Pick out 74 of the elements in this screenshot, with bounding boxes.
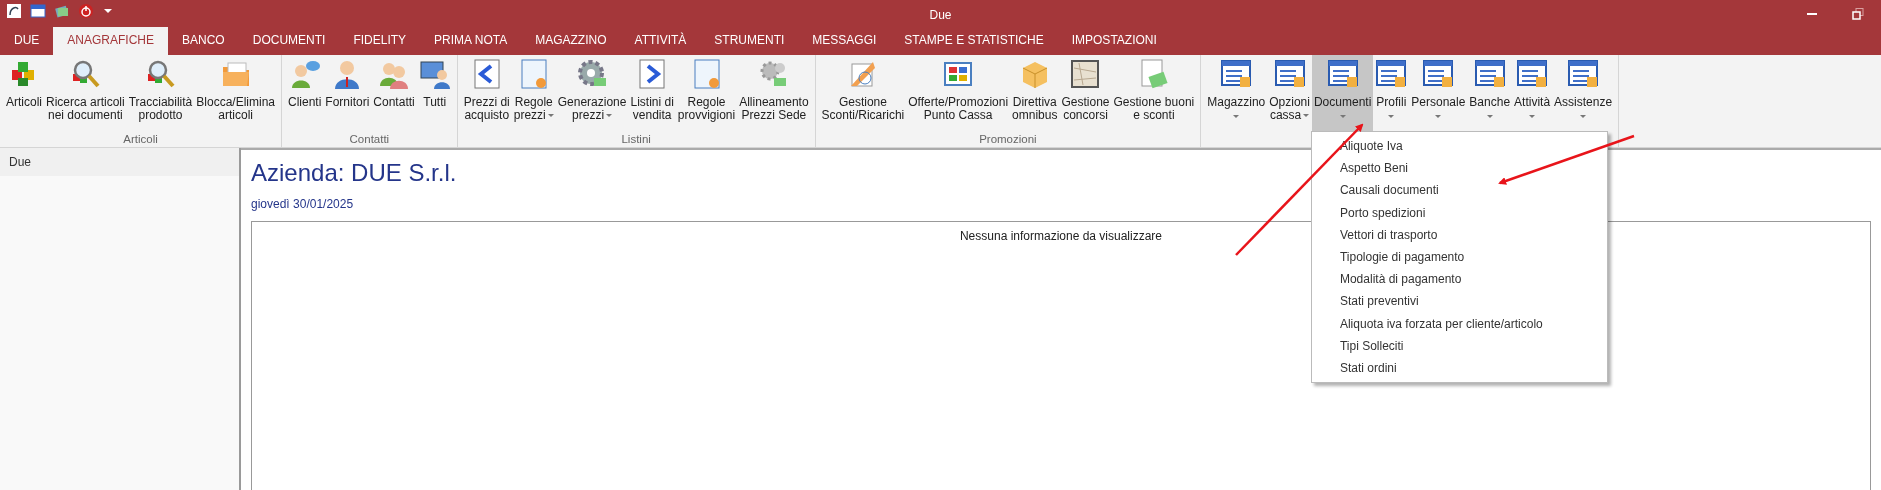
ribbon-button[interactable]: Attività xyxy=(1512,55,1553,131)
group-label: Listini xyxy=(620,132,652,147)
calendar-icon[interactable] xyxy=(30,3,46,19)
ribbon-button[interactable]: Regole provvigioni xyxy=(675,55,738,131)
ribbon-button[interactable]: Banche xyxy=(1467,55,1513,131)
group-label: Promozioni xyxy=(978,132,1038,147)
table-icon xyxy=(1220,58,1253,90)
power-icon[interactable] xyxy=(78,3,94,19)
menu-item[interactable]: Modalità di pagamento xyxy=(1311,268,1607,291)
ribbon-button[interactable]: Prezzi di acquisto xyxy=(461,55,512,131)
table-icon xyxy=(1473,58,1506,90)
group-label: Contatti xyxy=(348,132,391,147)
window-title: Due xyxy=(929,7,952,24)
map-icon xyxy=(1069,58,1102,90)
table-icon xyxy=(1273,58,1306,90)
ribbon-button[interactable]: Tracciabilità prodotto xyxy=(126,55,195,131)
ribbon-tab[interactable]: STRUMENTI xyxy=(700,26,799,55)
ribbon-tab[interactable]: PRIMA NOTA xyxy=(420,26,522,55)
ribbon-button[interactable]: Profili xyxy=(1373,55,1410,131)
sidebar-item[interactable]: Due xyxy=(0,148,239,176)
group-label: Articoli xyxy=(122,132,159,147)
table-icon xyxy=(1326,58,1359,90)
ribbon-tab[interactable]: DOCUMENTI xyxy=(238,26,340,55)
ribbon-tab[interactable]: DUE xyxy=(0,26,54,55)
ribbon-button[interactable]: Regole prezzi xyxy=(511,55,556,131)
ribbon-button[interactable]: Fornitori xyxy=(323,55,372,131)
ribbon-tab[interactable]: BANCO xyxy=(168,26,239,55)
ribbon-button[interactable]: Gestione Sconti/Ricarichi xyxy=(819,55,907,131)
menu-item[interactable]: Aliquote Iva xyxy=(1311,135,1607,158)
ribbon-tab[interactable]: MAGAZZINO xyxy=(521,26,621,55)
monitor-icon xyxy=(418,58,451,90)
ribbon-button[interactable]: Ricerca articoli nei documenti xyxy=(44,55,127,131)
ribbon-button[interactable]: Magazzino xyxy=(1205,55,1268,131)
ribbon-button[interactable]: Allineamento Prezzi Sede xyxy=(737,55,811,131)
menu-item[interactable]: Aliquota iva forzata per cliente/articolo xyxy=(1311,312,1607,335)
table-icon xyxy=(1567,58,1600,90)
date-text: giovedì 30/01/2025 xyxy=(251,196,354,213)
ribbon-tab[interactable]: MESSAGGI xyxy=(798,26,891,55)
ribbon-button[interactable]: Direttiva omnibus xyxy=(1010,55,1060,131)
menu-item[interactable]: Tipi Solleciti xyxy=(1311,334,1607,358)
ribbon-tab[interactable]: ATTIVITÀ xyxy=(620,26,701,55)
ribbon-button[interactable]: Tutti xyxy=(416,55,453,131)
ribbon-tab[interactable]: IMPOSTAZIONI xyxy=(1057,26,1171,55)
menu-item[interactable]: Stati ordini xyxy=(1311,357,1607,380)
empty-message: Nessuna informazione da visualizzare xyxy=(959,229,1163,243)
ribbon-button[interactable]: Articoli xyxy=(4,55,44,131)
ribbon-tab[interactable]: FIDELITY xyxy=(339,26,421,55)
ribbon-button[interactable]: Listini di vendita xyxy=(628,55,676,131)
ribbon-button[interactable]: Personale xyxy=(1409,55,1468,131)
ribbon-button[interactable]: Offerte/Promozioni Punto Cassa xyxy=(906,55,1011,131)
app-icon[interactable] xyxy=(6,3,22,19)
menu-item[interactable]: Tipologie di pagamento xyxy=(1311,246,1607,269)
ribbon-tab[interactable]: STAMPE E STATISTICHE xyxy=(890,26,1058,55)
menu-item[interactable]: Stati preventivi xyxy=(1311,290,1607,313)
ribbon-button[interactable]: Contatti xyxy=(371,55,417,131)
ribbon-button[interactable]: Clienti xyxy=(286,55,324,131)
restore-icon[interactable] xyxy=(1852,7,1864,20)
ribbon-button[interactable]: Gestione concorsi xyxy=(1059,55,1112,131)
table-icon xyxy=(1375,58,1408,90)
table-icon xyxy=(1516,58,1549,90)
ribbon-button[interactable]: Gestione buoni e sconti xyxy=(1111,55,1197,131)
ribbon-tab[interactable]: ANAGRAFICHE xyxy=(53,26,169,55)
menu-item[interactable]: Causali documenti xyxy=(1311,179,1607,202)
table-icon xyxy=(1422,58,1455,90)
menu-item[interactable]: Aspetto Beni xyxy=(1311,157,1607,180)
menu-item[interactable]: Porto spedizioni xyxy=(1311,201,1607,224)
ribbon-button[interactable]: Assistenze xyxy=(1552,55,1615,131)
ribbon-button[interactable]: Generazione prezzi xyxy=(555,55,629,131)
ribbon-button[interactable]: Blocca/Elimina articoli xyxy=(194,55,277,131)
company-heading: Azienda: DUE S.r.l. xyxy=(251,158,457,188)
ribbon-button[interactable]: Opzioni cassa xyxy=(1267,55,1312,131)
menu-item[interactable]: Vettori di trasporto xyxy=(1311,223,1607,246)
cards-icon[interactable] xyxy=(54,3,70,19)
ribbon-button[interactable]: Documenti xyxy=(1311,55,1374,131)
